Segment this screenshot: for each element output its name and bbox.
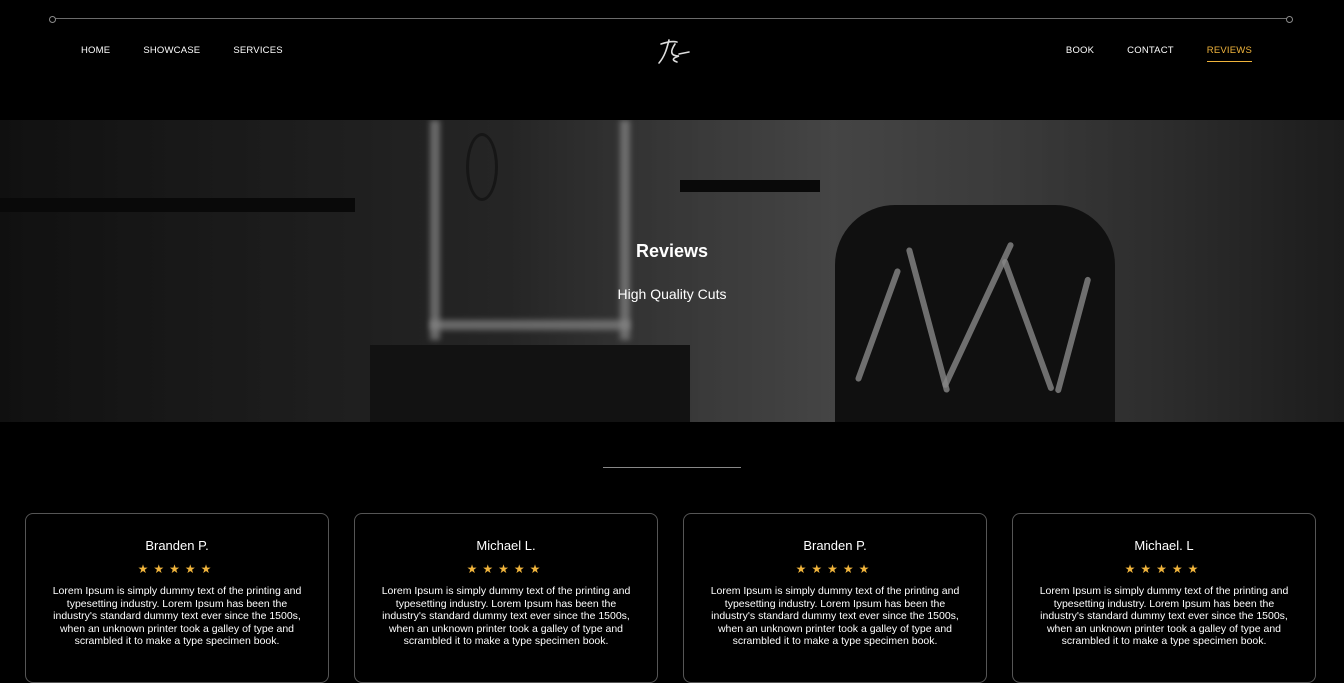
- nav-book-link[interactable]: BOOK: [1066, 45, 1094, 56]
- review-card: Branden P. ★★★★★ Lorem Ipsum is simply d…: [683, 513, 987, 683]
- nav-home-link[interactable]: HOME: [81, 45, 110, 56]
- logo-mark-icon: [658, 39, 690, 64]
- star-rating: ★★★★★: [466, 562, 546, 576]
- reviewer-name: Branden P.: [145, 538, 209, 553]
- nav-services-link[interactable]: SERVICES: [233, 45, 282, 56]
- review-text: Lorem Ipsum is simply dummy text of the …: [1039, 585, 1289, 647]
- review-text: Lorem Ipsum is simply dummy text of the …: [52, 585, 302, 647]
- reviewer-name: Michael L.: [476, 538, 536, 553]
- reviews-list: Branden P. ★★★★★ Lorem Ipsum is simply d…: [25, 513, 1319, 683]
- page-subtitle: High Quality Cuts: [617, 286, 727, 302]
- nav-left: HOME SHOWCASE SERVICES: [81, 45, 316, 56]
- line-end-dot: [49, 16, 56, 23]
- section-divider: [603, 467, 741, 468]
- line-end-dot: [1286, 16, 1293, 23]
- nav-right: BOOK CONTACT REVIEWS: [1033, 45, 1253, 62]
- star-rating: ★★★★★: [137, 562, 217, 576]
- nav-showcase-link[interactable]: SHOWCASE: [143, 45, 200, 56]
- review-card: Michael. L ★★★★★ Lorem Ipsum is simply d…: [1012, 513, 1316, 683]
- nav-contact-link[interactable]: CONTACT: [1127, 45, 1174, 56]
- star-rating: ★★★★★: [1124, 562, 1204, 576]
- review-text: Lorem Ipsum is simply dummy text of the …: [381, 585, 631, 647]
- brand-logo[interactable]: [655, 36, 695, 68]
- page-title: Reviews: [635, 241, 709, 261]
- hero-overlay: [0, 120, 1344, 422]
- nav-reviews-link[interactable]: REVIEWS: [1206, 45, 1253, 62]
- review-card: Branden P. ★★★★★ Lorem Ipsum is simply d…: [25, 513, 329, 683]
- reviewer-name: Michael. L: [1134, 538, 1194, 553]
- reviewer-name: Branden P.: [803, 538, 867, 553]
- review-card: Michael L. ★★★★★ Lorem Ipsum is simply d…: [354, 513, 658, 683]
- review-text: Lorem Ipsum is simply dummy text of the …: [710, 585, 960, 647]
- star-rating: ★★★★★: [795, 562, 875, 576]
- header-top-line: [49, 16, 1293, 23]
- hero-banner: Reviews High Quality Cuts: [0, 120, 1344, 422]
